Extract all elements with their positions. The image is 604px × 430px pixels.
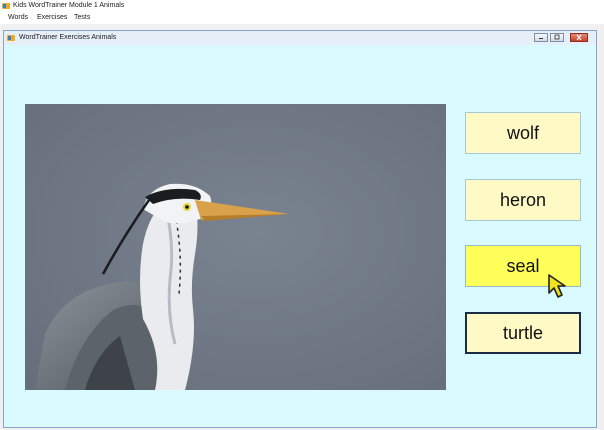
exercise-window: WordTrainer Exercises Animals wolf heron… [3, 30, 597, 428]
app-titlebar: Kids WordTrainer Module 1 Animals [0, 0, 604, 12]
menu-words[interactable]: Words [8, 12, 28, 24]
window-icon [7, 35, 15, 41]
app-icon [2, 3, 10, 9]
minimize-button[interactable] [534, 33, 548, 42]
exercise-window-titlebar: WordTrainer Exercises Animals [4, 31, 596, 45]
maximize-button[interactable] [550, 33, 564, 42]
exercise-area: wolf heron seal turtle [4, 45, 596, 427]
answer-button-wolf[interactable]: wolf [465, 112, 581, 154]
maximize-icon [554, 34, 560, 40]
close-icon [576, 34, 582, 41]
mouse-cursor-icon [548, 274, 566, 298]
heron-image [25, 104, 446, 390]
menu-bar: Words Exercises Tests [0, 12, 604, 24]
menu-tests[interactable]: Tests [74, 12, 90, 24]
heron-photo [25, 104, 446, 390]
exercise-window-title: WordTrainer Exercises Animals [19, 34, 117, 41]
menu-exercises[interactable]: Exercises [37, 12, 67, 24]
app-window: Kids WordTrainer Module 1 Animals Words … [0, 0, 604, 430]
app-title: Kids WordTrainer Module 1 Animals [13, 2, 125, 9]
answer-button-turtle[interactable]: turtle [465, 312, 581, 354]
answer-button-heron[interactable]: heron [465, 179, 581, 221]
minimize-icon [539, 38, 543, 39]
close-button[interactable] [570, 33, 588, 42]
